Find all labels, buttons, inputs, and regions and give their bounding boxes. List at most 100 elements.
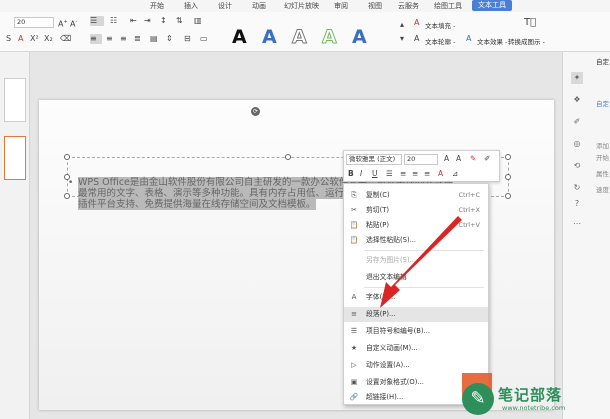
font-size-select[interactable]: 20: [14, 17, 54, 28]
sort-icon[interactable]: ⇅: [176, 16, 183, 26]
tab-drawing-tools[interactable]: 绘图工具: [434, 1, 462, 11]
style-outline-green[interactable]: A: [322, 26, 338, 49]
mini-align-center-icon[interactable]: ≡: [412, 169, 418, 179]
clear-format-icon[interactable]: ⌫: [60, 34, 71, 44]
mini-bold-icon[interactable]: B: [348, 169, 354, 179]
gallery-down-icon[interactable]: ▾: [400, 34, 404, 44]
menu-item-paragraph[interactable]: ≡ 段落(P)...: [344, 307, 488, 322]
justify-icon[interactable]: ≣: [134, 34, 141, 44]
mini-highlight-icon[interactable]: ⊿: [452, 169, 458, 179]
tab-insert[interactable]: 插入: [184, 1, 198, 11]
cut-icon: ✂: [351, 206, 357, 214]
text-fill-button[interactable]: 文本填充 -: [425, 20, 455, 30]
task-pane-animation-icon[interactable]: ◎: [571, 138, 583, 150]
bullet-icon: •: [68, 178, 74, 188]
convert-smartart-button[interactable]: 转换成图示 -: [508, 36, 545, 46]
task-pane-share-icon[interactable]: ⟲: [571, 160, 583, 172]
menu-item-label: 剪切(T): [366, 206, 390, 214]
vertical-align-icon[interactable]: ⊟: [184, 34, 191, 44]
menu-item-action-settings[interactable]: ▷ 动作设置(A)...: [344, 358, 488, 373]
mini-bullets-icon[interactable]: ☰: [386, 169, 393, 179]
menu-item-cut[interactable]: ✂ 剪切(T) Ctrl+X: [344, 203, 488, 218]
align-left-icon[interactable]: ≡: [90, 34, 102, 44]
menu-item-exit-text-edit[interactable]: 退出文本编辑: [344, 270, 488, 285]
resize-handle[interactable]: [64, 193, 70, 199]
text-box-icon[interactable]: ▭: [200, 34, 208, 44]
menu-item-paste-special[interactable]: 📋 选择性粘贴(S)...: [344, 233, 488, 248]
style-outline-gray[interactable]: A: [292, 26, 308, 49]
align-center-icon[interactable]: ≡: [106, 34, 113, 44]
text-fill-icon[interactable]: A: [414, 18, 419, 28]
tab-animation[interactable]: 动画: [252, 1, 266, 11]
tab-cloud[interactable]: 云服务: [398, 1, 419, 11]
resize-handle[interactable]: [285, 154, 291, 160]
tab-text-tools[interactable]: 文本工具: [472, 0, 512, 11]
menu-item-label: 动作设置(A)...: [366, 361, 410, 369]
text-effect-icon[interactable]: A: [466, 34, 471, 44]
style-blue-2[interactable]: A: [352, 26, 367, 48]
indent-icon[interactable]: ⇥: [144, 16, 151, 26]
context-menu: ⎘ 复制(C) Ctrl+C ✂ 剪切(T) Ctrl+X 📋 粘贴(P) Ct…: [343, 183, 489, 405]
menu-item-copy[interactable]: ⎘ 复制(C) Ctrl+C: [344, 188, 488, 203]
bullets-icon[interactable]: ☰: [90, 16, 104, 26]
strikethrough-icon[interactable]: S: [6, 34, 11, 44]
mini-italic-icon[interactable]: I: [360, 169, 362, 179]
font-color-icon[interactable]: A: [18, 34, 23, 44]
task-pane-help-icon[interactable]: ?: [571, 198, 583, 210]
menu-item-label: 超链接(H)...: [366, 393, 404, 401]
rotate-handle-icon[interactable]: ⟳: [251, 107, 260, 116]
line-spacing-icon[interactable]: ↕: [160, 16, 167, 26]
task-pane-format-icon[interactable]: ✐: [571, 116, 583, 128]
tab-slideshow[interactable]: 幻灯片放映: [284, 1, 319, 11]
grow-font-icon[interactable]: A+: [58, 17, 68, 30]
task-pane-settings-icon[interactable]: ✦: [571, 72, 583, 84]
mini-font-name-select[interactable]: 微软雅黑 (正文): [346, 154, 402, 165]
text-outline-button[interactable]: 文本轮廓 -: [425, 36, 455, 46]
shrink-font-icon[interactable]: A-: [70, 17, 77, 30]
text-outline-icon[interactable]: A: [414, 34, 419, 44]
text-effect-button[interactable]: 文本效果 -: [477, 36, 507, 46]
tab-design[interactable]: 设计: [218, 1, 232, 11]
outdent-icon[interactable]: ⇤: [130, 16, 137, 26]
menu-item-custom-animation[interactable]: ★ 自定义动画(M)...: [344, 341, 488, 356]
distribute-icon[interactable]: ▤: [150, 34, 158, 44]
numbering-icon[interactable]: ☷: [110, 16, 117, 26]
text-direction-icon[interactable]: ⇕: [166, 34, 173, 44]
resize-handle[interactable]: [505, 154, 511, 160]
task-pane-sync-icon[interactable]: ↻: [571, 182, 583, 194]
task-pane-more-icon[interactable]: ⋯: [571, 218, 583, 230]
menu-separator: [364, 287, 484, 288]
menu-item-paste[interactable]: 📋 粘贴(P) Ctrl+V: [344, 218, 488, 233]
tab-review[interactable]: 审阅: [334, 1, 348, 11]
tab-home[interactable]: 开始: [150, 1, 164, 11]
paste-icon: 📋: [349, 221, 359, 229]
mini-clear-format-icon[interactable]: ✎: [470, 154, 476, 164]
mini-font-size-select[interactable]: 20: [404, 154, 438, 165]
mini-format-painter-icon[interactable]: ✐: [484, 154, 490, 164]
resize-handle[interactable]: [64, 154, 70, 160]
align-right-icon[interactable]: ≡: [120, 34, 127, 44]
style-black[interactable]: A: [232, 26, 247, 48]
subscript-icon[interactable]: X₂: [44, 34, 53, 44]
smartart-icon[interactable]: T⃞: [524, 18, 536, 28]
slide-thumbnail-selected[interactable]: [4, 136, 26, 180]
slide-thumbnail[interactable]: [4, 78, 26, 122]
mini-font-color-icon[interactable]: A: [438, 169, 443, 179]
menu-separator: [364, 250, 484, 251]
mini-underline-icon[interactable]: U: [372, 169, 378, 179]
task-pane-shapes-icon[interactable]: ❖: [571, 94, 583, 106]
style-blue[interactable]: A: [262, 26, 277, 48]
mini-grow-font-icon[interactable]: A: [444, 154, 449, 164]
mini-align-right-icon[interactable]: ≡: [424, 169, 430, 179]
menu-item-font[interactable]: A 字体(F)...: [344, 290, 488, 305]
menu-item-bullets-numbering[interactable]: ☰ 项目符号和编号(B)...: [344, 324, 488, 339]
mini-align-left-icon[interactable]: ≡: [400, 169, 406, 179]
format-object-icon: ▣: [350, 378, 358, 386]
watermark: ✎ 笔记部落 www.notetribe.com: [462, 383, 610, 419]
mini-shrink-font-icon[interactable]: A: [456, 154, 461, 164]
menu-item-label: 自定义动画(M)...: [366, 344, 418, 352]
tab-view[interactable]: 视图: [368, 1, 382, 11]
gallery-up-icon[interactable]: ▴: [400, 20, 404, 30]
columns-icon[interactable]: ▥: [194, 16, 202, 26]
superscript-icon[interactable]: X²: [30, 34, 39, 44]
